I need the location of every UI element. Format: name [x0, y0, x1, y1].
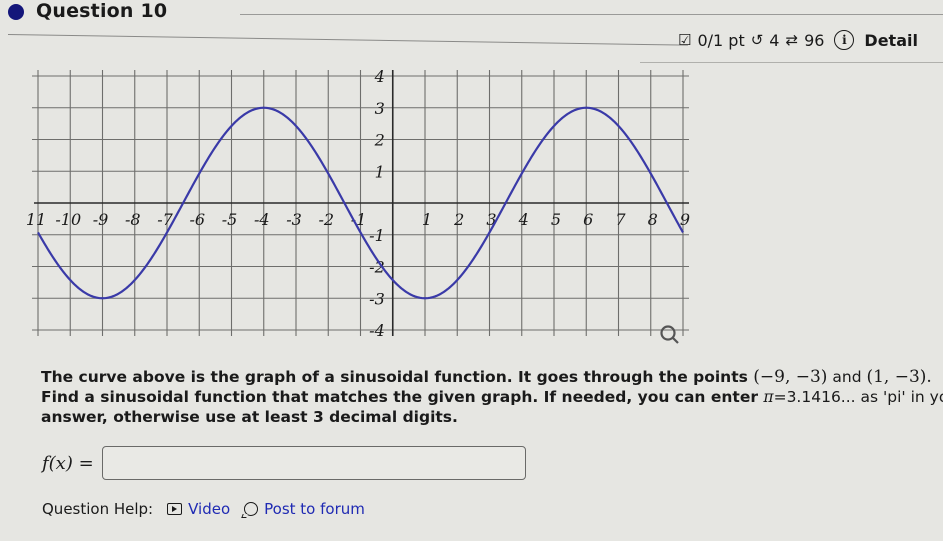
- forum-label: Post to forum: [264, 500, 365, 518]
- undo-icon: ↺: [750, 31, 764, 49]
- x-tick-label: -9: [93, 210, 109, 229]
- axes: [34, 70, 689, 336]
- header-divider-top: [240, 14, 943, 15]
- details-link[interactable]: Detail: [864, 31, 918, 50]
- y-tick-label: 1: [375, 162, 385, 181]
- sinusoid-graph: 11 -10 -9 -8 -7 -6 -5 -4 -3 -2 -1 1 2 3 4 5 6 7 8 9 4 3 2 1 -1-…: [0, 55, 720, 355]
- x-tick-label: -6: [189, 210, 205, 229]
- point-2: (1, −3).: [866, 367, 932, 387]
- y-tick-label: -3: [369, 289, 385, 308]
- prompt-line-3: answer, otherwise use at least 3 decimal…: [41, 408, 458, 426]
- prompt-line-2: Find a sinusoidal function that matches …: [41, 387, 943, 407]
- x-tick-label: 8: [648, 210, 658, 229]
- question-title: Question 10: [36, 0, 168, 22]
- prompt-text: The curve above is the graph of a sinuso…: [41, 368, 754, 386]
- info-icon[interactable]: i: [834, 30, 855, 50]
- magnifier-icon[interactable]: [660, 325, 679, 344]
- question-help: Question Help: Video Post to forum: [42, 500, 379, 518]
- question-header: Question 10 ☑ 0/1 pt ↺ 4 ⇄ 96 i Detail: [0, 0, 943, 63]
- video-label: Video: [188, 500, 231, 518]
- pi-value: =3.1416...: [773, 388, 856, 406]
- x-tick-label: 3: [486, 210, 496, 229]
- post-to-forum-link[interactable]: Post to forum: [244, 500, 365, 518]
- question-prompt: The curve above is the graph of a sinuso…: [41, 367, 943, 427]
- video-link[interactable]: Video: [167, 500, 230, 518]
- y-tick-label: 3: [375, 99, 385, 118]
- x-tick-label: 9: [680, 210, 690, 229]
- repeat-icon: ⇄: [785, 31, 799, 49]
- answer-input[interactable]: [101, 446, 526, 480]
- y-tick-label: 4: [374, 67, 385, 86]
- x-tick-label: 1: [422, 210, 432, 229]
- y-tick-label: -4: [369, 321, 385, 340]
- y-tick-label: 2: [374, 131, 385, 150]
- x-tick-label: 6: [583, 210, 593, 229]
- retries-value: 4: [769, 30, 780, 50]
- prompt-text: as 'pi' in your: [860, 388, 943, 406]
- header-divider: [7, 34, 688, 46]
- x-tick-label: -5: [222, 210, 238, 229]
- x-tick-label: -2: [318, 210, 334, 229]
- x-tick-label: -8: [125, 210, 141, 229]
- speech-bubble-icon: [244, 502, 259, 516]
- prompt-line-1: The curve above is the graph of a sinuso…: [41, 367, 943, 387]
- function-name: f(x): [42, 452, 73, 474]
- attempts-value: 96: [804, 30, 825, 50]
- x-tick-label: -4: [254, 210, 270, 229]
- y-tick-label: -1: [369, 226, 385, 245]
- question-help-label: Question Help:: [42, 500, 154, 518]
- points-value: 0/1 pt: [697, 30, 745, 50]
- function-label: f(x) =: [42, 453, 94, 474]
- prompt-text: Find a sinusoidal function that matches …: [41, 388, 764, 406]
- answer-row: f(x) =: [42, 446, 526, 480]
- pi-symbol: π: [763, 388, 774, 406]
- x-tick-label: 2: [453, 210, 464, 229]
- x-tick-label: 11: [26, 210, 46, 229]
- prompt-and: and: [827, 368, 867, 386]
- x-tick-label: 4: [518, 210, 529, 229]
- point-1: (−9, −3): [753, 367, 828, 387]
- video-icon: [167, 503, 183, 515]
- equals-sign: =: [72, 452, 94, 474]
- question-status-dot: [8, 4, 24, 20]
- question-meta: ☑ 0/1 pt ↺ 4 ⇄ 96 i Detail: [678, 30, 924, 50]
- x-tick-label: -10: [55, 210, 81, 229]
- x-tick-label: 7: [615, 210, 626, 229]
- graph-canvas: 11 -10 -9 -8 -7 -6 -5 -4 -3 -2 -1 1 2 3 4 5 6 7 8 9 4321-1-…: [26, 67, 690, 344]
- checkbox-icon: ☑: [678, 31, 692, 49]
- x-tick-label: 5: [551, 210, 561, 229]
- x-tick-label: -3: [286, 210, 302, 229]
